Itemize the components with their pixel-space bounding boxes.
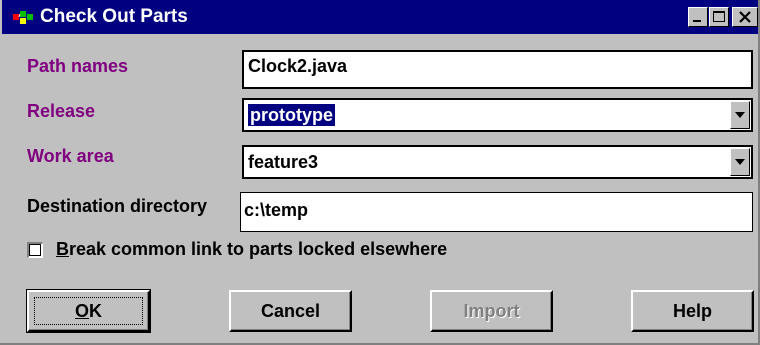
work-area-selected-value: feature3	[248, 152, 319, 172]
cancel-button-label: Cancel	[260, 301, 321, 321]
release-label: Release	[27, 101, 96, 121]
check-out-parts-dialog: Check Out Parts Path names Clock2.java R…	[0, 0, 760, 345]
help-button[interactable]: Help	[631, 290, 754, 332]
ok-button-label-rest: K	[89, 301, 102, 321]
maximize-button[interactable]	[709, 7, 729, 27]
ok-button-mnemonic: O	[74, 301, 89, 321]
import-button-label: Import	[463, 301, 520, 321]
path-names-label: Path names	[27, 56, 129, 76]
break-link-label[interactable]: Break common link to parts locked elsewh…	[56, 239, 447, 260]
path-names-input[interactable]: Clock2.java	[242, 50, 753, 89]
break-link-mnemonic: B	[56, 239, 69, 259]
destination-directory-value: c:\temp	[244, 200, 309, 220]
break-link-checkbox[interactable]	[27, 242, 43, 258]
destination-directory-label: Destination directory	[27, 196, 208, 216]
minimize-button[interactable]	[688, 7, 708, 27]
app-icon	[12, 9, 34, 25]
break-link-label-rest: reak common link to parts locked elsewhe…	[69, 239, 448, 259]
work-area-label: Work area	[27, 146, 114, 166]
help-button-label: Help	[672, 301, 712, 321]
title-bar[interactable]: Check Out Parts	[2, 0, 758, 34]
cancel-button[interactable]: Cancel	[229, 290, 352, 332]
destination-directory-input[interactable]: c:\temp	[240, 192, 753, 232]
release-dropdown-button[interactable]	[730, 101, 750, 129]
work-area-dropdown[interactable]: feature3	[242, 145, 753, 179]
close-button[interactable]	[732, 7, 758, 27]
work-area-dropdown-button[interactable]	[730, 148, 750, 176]
path-names-value: Clock2.java	[248, 56, 348, 76]
release-selected-value: prototype	[248, 104, 335, 126]
import-button[interactable]: Import	[430, 290, 553, 332]
release-dropdown[interactable]: prototype	[242, 98, 753, 132]
window-title: Check Out Parts	[40, 6, 188, 27]
ok-button[interactable]: OK	[26, 289, 151, 333]
